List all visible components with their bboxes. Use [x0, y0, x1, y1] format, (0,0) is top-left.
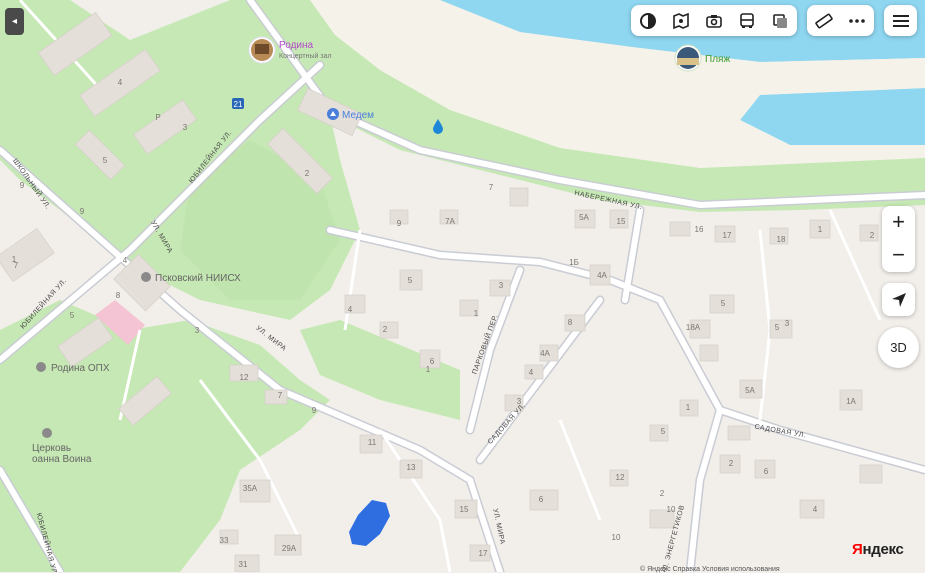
poi-medem-title: Медем — [342, 110, 374, 121]
house-number: 5 — [103, 156, 108, 165]
poi-beach-title: Пляж — [705, 54, 730, 65]
house-number: 4 — [529, 368, 534, 377]
route-badge-number: 21 — [234, 100, 243, 109]
house-number: 5А — [579, 213, 589, 222]
yandex-logo: Яндекс — [852, 541, 904, 558]
house-number: 9 — [80, 207, 85, 216]
house-number: 1 — [12, 255, 17, 264]
house-number: 4 — [118, 78, 123, 87]
house-number: 33 — [220, 536, 229, 545]
house-number: 18А — [686, 323, 701, 332]
house-number: 17 — [479, 549, 488, 558]
highlighted-area — [349, 500, 390, 546]
house-number: 8 — [568, 318, 573, 327]
poi-rodina-oph-title: Родина ОПХ — [51, 363, 110, 374]
traffic-icon[interactable] — [768, 9, 792, 33]
house-number: 9 — [312, 406, 317, 415]
house-number: 13 — [407, 463, 416, 472]
house-number: 10 — [612, 533, 621, 542]
house-number: 1Б — [569, 258, 579, 267]
tools-toolbar — [807, 5, 874, 36]
house-number: 16 — [695, 225, 704, 234]
zoom-in-button[interactable]: + — [882, 206, 915, 239]
house-number: 6 — [430, 357, 435, 366]
menu-icon — [892, 14, 909, 27]
house-number: 4А — [540, 349, 550, 358]
house-number: 7 — [278, 391, 283, 400]
house-number: 2 — [870, 231, 875, 240]
panorama-icon[interactable] — [669, 9, 693, 33]
poi-rodina-title: Родина — [279, 40, 314, 51]
house-number: 8 — [116, 291, 121, 300]
house-number: 35А — [243, 484, 258, 493]
more-icon[interactable] — [845, 9, 869, 33]
house-number: 4 — [123, 256, 128, 265]
house-number: 31 — [239, 560, 248, 569]
house-number: 6 — [764, 467, 769, 476]
poi-medem[interactable]: Медем — [327, 108, 374, 121]
house-number: 12 — [240, 373, 249, 382]
house-number: 1 — [686, 403, 691, 412]
layers-icon[interactable] — [636, 9, 660, 33]
zoom-control: + − — [882, 206, 915, 272]
menu-button[interactable] — [884, 5, 917, 36]
house-number: 5 — [661, 427, 666, 436]
map-canvas[interactable]: Родина Концертный зал Пляж Медем Псковск… — [0, 0, 925, 572]
house-number: 5 — [721, 299, 726, 308]
route-badge: 21 — [232, 98, 244, 109]
map-layers-toolbar — [631, 5, 797, 36]
house-number: 9 — [397, 219, 402, 228]
house-number: 12 — [616, 473, 625, 482]
zoom-out-button[interactable]: − — [882, 239, 915, 272]
house-number: 5 — [775, 323, 780, 332]
house-number: 9 — [20, 181, 25, 190]
house-number: 4 — [348, 305, 353, 314]
locate-icon — [891, 292, 906, 307]
house-number: 1 — [818, 225, 823, 234]
locate-button[interactable] — [882, 283, 915, 316]
house-number: 4 — [813, 505, 818, 514]
poi-niish[interactable]: Псковский НИИСХ — [141, 272, 241, 284]
view-3d-button[interactable]: 3D — [878, 327, 919, 368]
poi-niish-title: Псковский НИИСХ — [155, 273, 241, 284]
house-number: 2 — [729, 459, 734, 468]
house-number: 5 — [408, 276, 413, 285]
house-number: 4А — [597, 271, 607, 280]
house-number: 2 — [660, 489, 665, 498]
poi-rodina-subtitle: Концертный зал — [279, 52, 332, 60]
house-number: Р — [155, 113, 160, 122]
bus-icon[interactable] — [735, 9, 759, 33]
house-number: 5А — [745, 386, 755, 395]
house-number: 1 — [474, 309, 479, 318]
back-icon: ◂ — [11, 16, 18, 27]
house-number: 3 — [499, 281, 504, 290]
house-number: 15 — [617, 217, 626, 226]
house-number: 15 — [460, 505, 469, 514]
house-number: 7 — [489, 183, 494, 192]
house-number: 6 — [539, 495, 544, 504]
house-number: 3 — [183, 123, 188, 132]
house-number: 11 — [368, 438, 377, 447]
back-button[interactable]: ◂ — [5, 8, 24, 35]
house-number: 1 — [426, 365, 431, 374]
house-number: 2 — [305, 169, 310, 178]
house-number: 7А — [445, 217, 455, 226]
house-number: 3 — [517, 397, 522, 406]
house-number: 1А — [846, 397, 856, 406]
house-number: 3 — [195, 326, 200, 335]
house-number: 29А — [282, 544, 297, 553]
ruler-icon[interactable] — [812, 9, 836, 33]
house-number: 18 — [777, 235, 786, 244]
house-number: 5 — [70, 311, 75, 320]
camera-icon[interactable] — [702, 9, 726, 33]
house-number: 3 — [785, 319, 790, 328]
house-number: 17 — [723, 231, 732, 240]
house-number: 10 — [667, 505, 676, 514]
house-number: 2 — [383, 325, 388, 334]
